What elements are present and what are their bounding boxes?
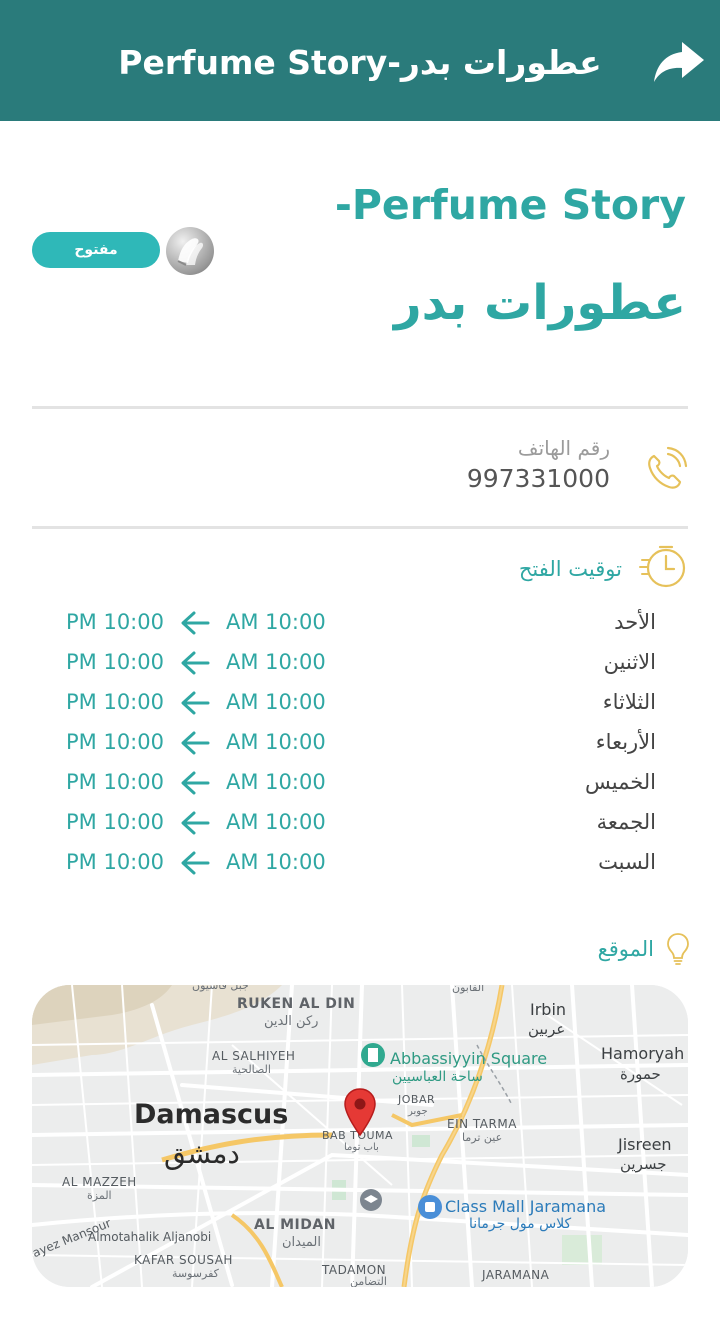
close-time: PM 10:00 bbox=[66, 690, 164, 714]
day-label: الأربعاء bbox=[595, 730, 656, 754]
open-time: AM 10:00 bbox=[226, 730, 326, 754]
map-label: جسرين bbox=[620, 1155, 667, 1173]
app-bar-title: Perfume Story-عطورات بدر bbox=[118, 43, 602, 82]
share-arrow-icon bbox=[654, 42, 704, 82]
arrow-left-icon bbox=[181, 651, 210, 675]
store-name-latin: -Perfume Story bbox=[334, 181, 686, 229]
map-label: EIN TARMA bbox=[447, 1117, 517, 1131]
day-label: الجمعة bbox=[596, 810, 656, 834]
map-label: Abbassiyyin Square bbox=[390, 1049, 548, 1068]
hours-row: الأربعاء AM 10:00 PM 10:00 bbox=[0, 722, 720, 762]
map-label: كلاس مول جرمانا bbox=[469, 1216, 572, 1232]
map-label: ساحة العباسيين bbox=[392, 1069, 483, 1085]
open-time: AM 10:00 bbox=[226, 690, 326, 714]
map-label: دمشق bbox=[164, 1137, 240, 1170]
arrow-left-icon bbox=[181, 851, 210, 875]
close-time: PM 10:00 bbox=[66, 730, 164, 754]
arrow-left-icon bbox=[181, 691, 210, 715]
day-label: الثلاثاء bbox=[602, 690, 656, 714]
hours-row: الأحد AM 10:00 PM 10:00 bbox=[0, 602, 720, 642]
status-badge: مفتوح bbox=[32, 232, 160, 268]
lightbulb-icon bbox=[667, 933, 689, 965]
map-label: Irbin bbox=[530, 1000, 567, 1019]
day-label: الأحد bbox=[614, 610, 656, 634]
map-label: AL MAZZEH bbox=[62, 1175, 137, 1189]
hours-row: الخميس AM 10:00 PM 10:00 bbox=[0, 762, 720, 802]
map-label: عربين bbox=[528, 1020, 566, 1038]
divider bbox=[32, 526, 688, 529]
arrow-left-icon bbox=[181, 611, 210, 635]
open-time: AM 10:00 bbox=[226, 770, 326, 794]
close-time: PM 10:00 bbox=[66, 770, 164, 794]
close-time: PM 10:00 bbox=[66, 610, 164, 634]
map-label: الصالحية bbox=[232, 1063, 271, 1076]
location-map[interactable]: جبل قاسيون القابون RUKEN AL DIN ركن الدي… bbox=[32, 985, 688, 1287]
phone-number[interactable]: 997331000 bbox=[467, 462, 610, 496]
divider bbox=[32, 406, 688, 409]
close-time: PM 10:00 bbox=[66, 810, 164, 834]
map-label: KAFAR SOUSAH bbox=[134, 1253, 233, 1267]
hours-row: الثلاثاء AM 10:00 PM 10:00 bbox=[0, 682, 720, 722]
close-time: PM 10:00 bbox=[66, 650, 164, 674]
location-title: الموقع bbox=[597, 937, 654, 961]
open-time: AM 10:00 bbox=[226, 810, 326, 834]
map-label: كفرسوسة bbox=[172, 1267, 219, 1280]
hours-row: الجمعة AM 10:00 PM 10:00 bbox=[0, 802, 720, 842]
app-bar: Perfume Story-عطورات بدر bbox=[0, 0, 720, 121]
open-time: AM 10:00 bbox=[226, 650, 326, 674]
open-time: AM 10:00 bbox=[226, 610, 326, 634]
day-label: السبت bbox=[598, 850, 656, 874]
map-label: التضامن bbox=[350, 1275, 387, 1287]
map-label: باب توما bbox=[344, 1142, 379, 1153]
map-label: ركن الدين bbox=[264, 1014, 319, 1029]
map-label: Damascus bbox=[134, 1099, 289, 1130]
map-label: عين ترما bbox=[462, 1131, 503, 1144]
day-label: الخميس bbox=[584, 770, 656, 794]
clock-icon bbox=[639, 545, 686, 588]
map-pin-icon bbox=[344, 1088, 376, 1137]
map-label: المزة bbox=[87, 1189, 112, 1202]
map-label: جوبر bbox=[408, 1106, 428, 1117]
open-time: AM 10:00 bbox=[226, 850, 326, 874]
store-name-arabic: عطورات بدر bbox=[393, 275, 686, 331]
store-logo bbox=[166, 227, 214, 275]
opening-hours-title: توقيت الفتح bbox=[518, 557, 622, 581]
map-label: JARAMANA bbox=[482, 1268, 550, 1282]
arrow-left-icon bbox=[181, 811, 210, 835]
hours-row: السبت AM 10:00 PM 10:00 bbox=[0, 842, 720, 882]
share-button[interactable] bbox=[650, 38, 708, 88]
map-label: Almotahalik Aljanobi bbox=[88, 1230, 212, 1244]
map-label: Hamoryah bbox=[601, 1044, 685, 1063]
map-label: Class Mall Jaramana bbox=[445, 1197, 607, 1216]
arrow-left-icon bbox=[181, 731, 210, 755]
map-label: حمورة bbox=[620, 1065, 661, 1083]
close-time: PM 10:00 bbox=[66, 850, 164, 874]
day-label: الاثنين bbox=[603, 650, 656, 674]
map-label: الميدان bbox=[282, 1235, 321, 1250]
map-label: جبل قاسيون bbox=[192, 985, 249, 992]
phone-label: رقم الهاتف bbox=[517, 436, 610, 460]
hours-row: الاثنين AM 10:00 PM 10:00 bbox=[0, 642, 720, 682]
phone-icon bbox=[648, 446, 688, 489]
map-label: Jisreen bbox=[618, 1135, 672, 1154]
map-label: القابون bbox=[452, 985, 485, 994]
arrow-left-icon bbox=[181, 771, 210, 795]
map-label: AL SALHIYEH bbox=[212, 1049, 296, 1063]
map-label: AL MIDAN bbox=[254, 1217, 336, 1233]
map-label: RUKEN AL DIN bbox=[237, 996, 356, 1012]
